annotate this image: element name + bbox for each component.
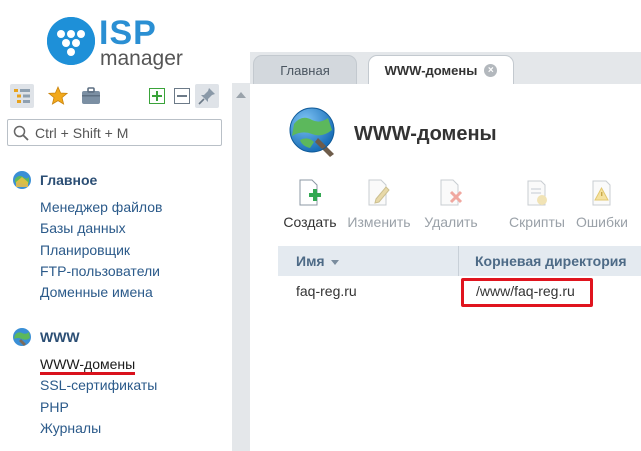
scripts-icon [524,179,550,210]
scroll-up-arrow-icon[interactable] [236,92,246,98]
column-divider[interactable] [458,246,459,276]
sort-desc-icon [330,259,339,265]
cell-root: /www/faq-reg.ru [476,283,575,299]
search-input[interactable] [35,123,215,142]
column-header-name-label: Имя [296,253,325,269]
delete-button[interactable]: Удалить [422,179,480,232]
search-box[interactable] [7,119,222,146]
page-header: WWW-домены [288,106,497,163]
sidebar-item-ftp-users[interactable]: FTP-пользователи [40,262,163,283]
scripts-button[interactable]: Скрипты [508,180,566,232]
table-header: Имя Корневая директория [278,246,641,276]
tree-view-icon[interactable] [10,84,34,108]
nav-group-www-header[interactable]: WWW [12,326,157,348]
domains-table: Имя Корневая директория faq-reg.ru /www/… [278,246,641,307]
logo-sub: manager [100,47,183,70]
tab-main[interactable]: Главная [253,55,357,84]
pin-icon[interactable] [195,84,219,108]
sidebar-item-www-domains[interactable]: WWW-домены [40,355,157,376]
errors-button[interactable]: Ошибки [574,180,630,232]
errors-label: Ошибки [576,214,628,230]
create-button[interactable]: Создать [282,179,338,232]
scripts-label: Скрипты [509,214,565,230]
cell-name: faq-reg.ru [296,283,357,299]
column-header-root[interactable]: Корневая директория [475,246,627,276]
sidebar-toolbar [8,84,224,110]
home-globe-icon [12,170,32,190]
tab-www-domains[interactable]: WWW-домены × [368,55,514,84]
logo-mark-icon [47,17,95,65]
sidebar-item-file-manager[interactable]: Менеджер файлов [40,198,163,219]
sidebar-item-databases[interactable]: Базы данных [40,219,163,240]
collapse-all-icon[interactable] [170,84,194,108]
nav-group-main-title: Главное [40,172,98,188]
delete-icon [438,179,464,210]
sidebar-item-domain-names[interactable]: Доменные имена [40,283,163,304]
edit-icon [366,179,392,210]
search-icon [13,125,29,146]
sidebar-item-ssl-certificates[interactable]: SSL-сертификаты [40,376,157,397]
sidebar-item-www-domains-label: WWW-домены [40,356,136,375]
tab-bar: Главная WWW-домены × [250,52,641,84]
close-tab-icon[interactable]: × [484,63,498,77]
sidebar-item-logs[interactable]: Журналы [40,419,157,440]
column-header-name[interactable]: Имя [296,246,339,276]
edit-label: Изменить [347,214,411,230]
page-title: WWW-домены [354,122,497,145]
logo-brand: ISP [99,14,157,52]
table-row[interactable]: faq-reg.ru /www/faq-reg.ru [278,276,641,307]
edit-button[interactable]: Изменить [346,179,412,232]
star-icon[interactable] [46,84,70,108]
delete-label: Удалить [424,214,478,230]
create-label: Создать [283,214,337,230]
isp-manager-logo[interactable]: ISP manager [47,14,227,70]
www-globe-icon [12,327,32,347]
sidebar: ISP manager Главн [0,0,232,451]
briefcase-icon[interactable] [79,84,103,108]
main-content: WWW-домены Создать Изменить Удалить Скри… [250,84,641,451]
expand-all-icon[interactable] [145,84,169,108]
sidebar-item-scheduler[interactable]: Планировщик [40,241,163,262]
create-icon [297,179,323,210]
errors-icon [589,179,615,210]
nav-group-www: WWW WWW-домены SSL-сертификаты PHP Журна… [12,326,157,440]
sidebar-item-php[interactable]: PHP [40,398,157,419]
tab-www-domains-label: WWW-домены [384,62,478,78]
sidebar-splitter[interactable] [232,83,250,451]
nav-group-main-header[interactable]: Главное [12,169,163,191]
www-globe-large-icon [288,106,340,163]
nav-group-www-title: WWW [40,329,80,345]
tab-main-label: Главная [280,62,330,78]
nav-group-main: Главное Менеджер файлов Базы данных План… [12,169,163,304]
